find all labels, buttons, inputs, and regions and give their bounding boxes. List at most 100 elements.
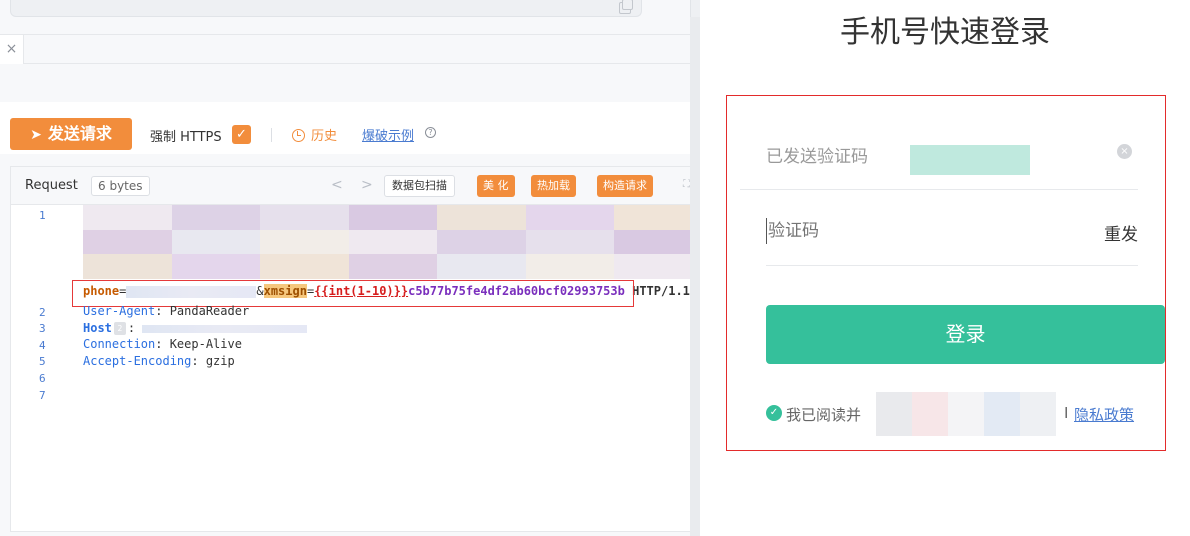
mosaic-cell: [643, 229, 674, 255]
login-button[interactable]: 登录: [766, 305, 1165, 364]
force-https-label: 强制 HTTPS: [150, 130, 222, 145]
mosaic-cell: [948, 392, 984, 414]
mosaic-cell: [378, 205, 408, 230]
mosaic-cell: [348, 229, 379, 255]
verification-code-input[interactable]: [766, 218, 1016, 244]
request-editor: Request 6 bytes < > 数据包扫描 美 化 热加载 构造请求 ⛶…: [10, 166, 703, 532]
mosaic-cell: [289, 229, 320, 255]
mosaic-cell: [319, 205, 349, 230]
build-request-button[interactable]: 构造请求: [597, 175, 653, 197]
mosaic-cell: [555, 205, 585, 230]
history-button[interactable]: 历史: [292, 125, 337, 144]
brute-example-link[interactable]: 爆破示例: [362, 125, 414, 144]
mosaic-cell: [437, 205, 467, 230]
header-line[interactable]: User-Agent: PandaReader: [83, 304, 249, 318]
host-count-badge: 2: [113, 322, 126, 335]
panel-divider[interactable]: [690, 17, 700, 536]
mosaic-cell: [83, 205, 113, 230]
redacted-url-mosaic: [83, 205, 703, 279]
mosaic-cell: [407, 205, 438, 230]
mosaic-cell: [407, 254, 438, 279]
privacy-prefix: I: [1064, 404, 1069, 422]
mosaic-cell: [555, 229, 585, 255]
privacy-policy-link[interactable]: 隐私政策: [1074, 404, 1134, 425]
header-value: Keep-Alive: [169, 337, 242, 351]
check-circle-icon[interactable]: ✓: [766, 405, 782, 421]
copy-icon[interactable]: [619, 0, 633, 14]
help-icon[interactable]: ?: [425, 127, 436, 138]
mosaic-cell: [260, 205, 290, 230]
header-line[interactable]: Host 2:: [83, 321, 308, 335]
send-request-button[interactable]: ➤ 发送请求: [10, 118, 132, 150]
mosaic-cell: [319, 254, 349, 279]
mosaic-cell: [112, 205, 143, 230]
mosaic-cell: [496, 205, 526, 230]
line-number: 2: [39, 306, 46, 319]
clock-icon: [292, 129, 305, 142]
send-request-label: 发送请求: [47, 124, 112, 143]
mosaic-cell: [1020, 392, 1056, 414]
mosaic-cell: [348, 205, 379, 230]
header-name: Host: [83, 321, 112, 335]
header-name: Accept-Encoding: [83, 354, 192, 368]
mosaic-cell: [112, 229, 143, 255]
mosaic-cell: [142, 229, 172, 255]
resend-button[interactable]: 重发: [1104, 220, 1138, 245]
editor-header: Request 6 bytes < > 数据包扫描 美 化 热加载 构造请求 ⛶: [11, 167, 701, 205]
request-size-badge: 6 bytes: [91, 176, 150, 196]
sent-code-text: 已发送验证码: [766, 147, 868, 167]
header-name: Connection: [83, 337, 156, 351]
login-title: 手机号快速登录: [840, 15, 1050, 50]
mosaic-cell: [260, 254, 290, 279]
mosaic-cell: [289, 254, 320, 279]
mosaic-cell: [1020, 414, 1056, 436]
beautify-button[interactable]: 美 化: [477, 175, 515, 197]
mosaic-cell: [912, 392, 948, 414]
mosaic-cell: [437, 229, 467, 255]
force-https-checkbox[interactable]: ✓: [232, 125, 251, 144]
mosaic-cell: [260, 229, 290, 255]
send-icon: ➤: [30, 127, 42, 143]
mosaic-cell: [83, 254, 113, 279]
chevron-left-icon[interactable]: <: [331, 177, 343, 193]
url-input[interactable]: [10, 0, 642, 17]
mosaic-cell: [643, 205, 674, 230]
mosaic-cell: [555, 254, 585, 279]
clear-icon[interactable]: ×: [1117, 144, 1132, 159]
mosaic-cell: [378, 254, 408, 279]
mosaic-cell: [496, 229, 526, 255]
request-toolbar: ➤ 发送请求 强制 HTTPS ✓ 历史 爆破示例 ?: [0, 102, 700, 154]
request-tool-panel: × ➤ 发送请求 强制 HTTPS ✓ 历史 爆破示例 ? Request 6 b…: [0, 0, 703, 536]
mosaic-cell: [584, 229, 615, 255]
mosaic-cell: [614, 254, 644, 279]
mosaic-cell: [378, 229, 408, 255]
mosaic-cell: [614, 205, 644, 230]
mosaic-cell: [230, 205, 261, 230]
mosaic-cell: [83, 229, 113, 255]
request-label: Request: [25, 178, 78, 193]
header-sep: :: [155, 337, 170, 351]
line-number: 4: [39, 339, 46, 352]
mosaic-cell: [584, 254, 615, 279]
line-number: 1: [39, 209, 46, 222]
history-label: 历史: [311, 129, 338, 144]
mosaic-cell: [407, 229, 438, 255]
header-name: User-Agent: [83, 304, 156, 318]
secondary-input[interactable]: [690, 0, 700, 17]
chevron-right-icon[interactable]: >: [361, 177, 373, 193]
line-number: 3: [39, 322, 46, 335]
close-tab-icon[interactable]: ×: [0, 35, 24, 64]
mosaic-cell: [142, 254, 172, 279]
mosaic-cell: [201, 205, 231, 230]
header-line[interactable]: Accept-Encoding: gzip: [83, 354, 235, 368]
mosaic-cell: [201, 229, 231, 255]
header-sep: :: [155, 304, 170, 318]
mosaic-cell: [525, 205, 556, 230]
packet-scan-button[interactable]: 数据包扫描: [384, 175, 455, 197]
login-panel: 手机号快速登录 已发送验证码 × 重发 登录 ✓ 我已阅读并 I 隐私政策: [700, 0, 1190, 536]
hot-load-button[interactable]: 热加载: [531, 175, 576, 197]
header-line[interactable]: Connection: Keep-Alive: [83, 337, 242, 351]
mosaic-cell: [466, 229, 497, 255]
mosaic-cell: [948, 414, 984, 436]
redacted-phone: [910, 145, 1030, 175]
